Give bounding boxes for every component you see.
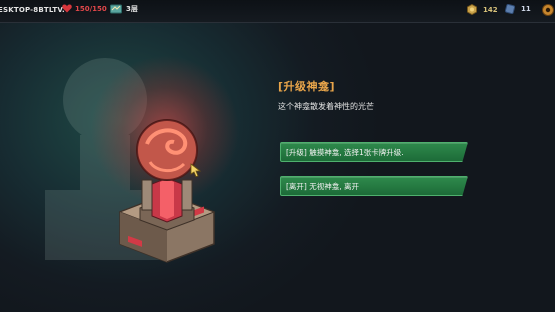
hp-display: 150/150 bbox=[62, 4, 107, 13]
gold-value: 142 bbox=[483, 5, 498, 14]
upgrade-option-button[interactable]: [升级] 触摸神龛, 选择1张卡牌升级. bbox=[280, 142, 468, 162]
heart-icon bbox=[62, 4, 72, 13]
leave-option-label: [离开] 无视神龛, 离开 bbox=[286, 181, 360, 191]
gear-icon bbox=[542, 4, 554, 16]
top-bar: ESKTOP-8BTLTV. 150/150 3层 142 11 bbox=[0, 0, 555, 23]
gem-value: 11 bbox=[521, 5, 531, 13]
gem-display: 11 bbox=[505, 4, 531, 14]
gold-display: 142 bbox=[467, 4, 498, 15]
upgrade-shrine[interactable] bbox=[112, 112, 222, 272]
player-name: ESKTOP-8BTLTV. bbox=[0, 6, 65, 14]
gold-coin-icon bbox=[467, 4, 477, 15]
hp-value: 150/150 bbox=[75, 4, 107, 13]
floor-display[interactable]: 3层 bbox=[110, 4, 138, 14]
event-title: [升级神龛] bbox=[278, 80, 336, 93]
map-icon bbox=[110, 4, 122, 14]
mouse-cursor-icon bbox=[190, 163, 202, 177]
gem-icon bbox=[505, 4, 515, 14]
leave-option-button[interactable]: [离开] 无视神龛, 离开 bbox=[280, 176, 468, 196]
upgrade-option-label: [升级] 触摸神龛, 选择1张卡牌升级. bbox=[286, 147, 404, 157]
floor-value: 3层 bbox=[126, 5, 138, 13]
event-description: 这个神龛散发着神性的光芒 bbox=[278, 102, 374, 111]
settings-button[interactable] bbox=[541, 3, 555, 19]
